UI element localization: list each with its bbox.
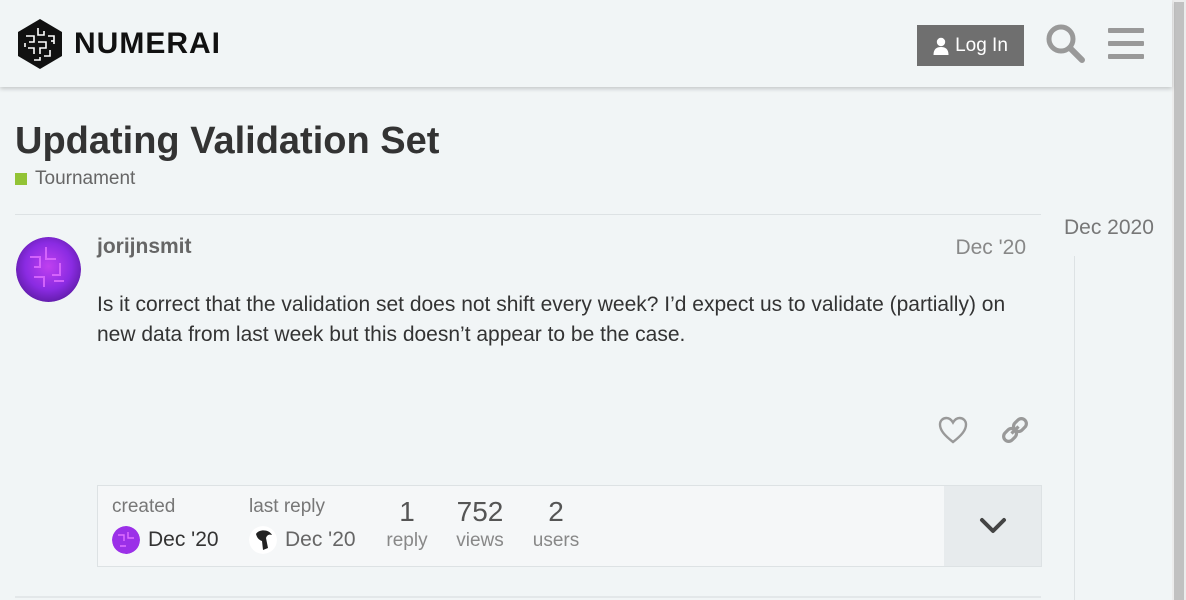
post-divider [15,596,1041,598]
replies-stat: 1 reply [384,496,430,552]
views-stat: 752 views [454,496,506,552]
last-reply-label: last reply [249,496,326,517]
scrollbar-thumb[interactable] [1174,2,1184,600]
topic-divider [15,214,1041,215]
views-count: 752 [456,496,504,527]
post-author-avatar[interactable] [16,237,81,302]
views-label: views [456,530,504,551]
last-reply-avatar [249,526,277,554]
post-username[interactable]: jorijnsmit [97,235,192,259]
numerai-logo[interactable]: NUMERAI [16,18,221,70]
category-name: Tournament [35,168,136,189]
timeline-date[interactable]: Dec 2020 [1064,216,1154,240]
page-scrollbar[interactable] [1172,0,1186,600]
category-badge[interactable]: Tournament [15,168,135,190]
replies-label: reply [386,530,428,551]
login-button[interactable]: Log In [917,25,1024,66]
created-label: created [112,496,176,517]
topic-title[interactable]: Updating Validation Set [15,120,439,163]
chevron-down-icon [979,518,1006,533]
avatar-image [249,526,277,554]
avatar-image [16,237,81,302]
created-date: Dec '20 [148,528,219,551]
timeline-scroller-track[interactable] [1074,256,1075,600]
numerai-logo-icon [18,19,62,69]
post-date[interactable]: Dec '20 [955,236,1026,260]
logo-text: NUMERAI [74,27,221,60]
topic-summary-map: created Dec '20 last reply Dec '20 1 rep… [97,485,1042,567]
created-block[interactable]: created Dec '20 [112,496,219,554]
last-reply-date: Dec '20 [285,528,356,551]
avatar-image [112,526,140,554]
users-stat: 2 users [530,496,582,552]
users-count: 2 [548,496,564,527]
link-icon[interactable] [1000,415,1030,445]
user-icon [933,37,949,55]
site-header: NUMERAI Log In [0,0,1172,87]
category-color-swatch [15,173,27,185]
users-label: users [532,530,580,551]
search-icon[interactable] [1044,22,1086,64]
last-reply-block[interactable]: last reply Dec '20 [249,496,356,554]
replies-count: 1 [399,496,415,527]
heart-icon[interactable] [938,416,968,444]
login-label: Log In [955,34,1008,56]
hamburger-menu-icon[interactable] [1108,26,1144,60]
expand-summary-button[interactable] [944,486,1041,566]
created-avatar [112,526,140,554]
post-body: Is it correct that the validation set do… [97,293,1006,346]
